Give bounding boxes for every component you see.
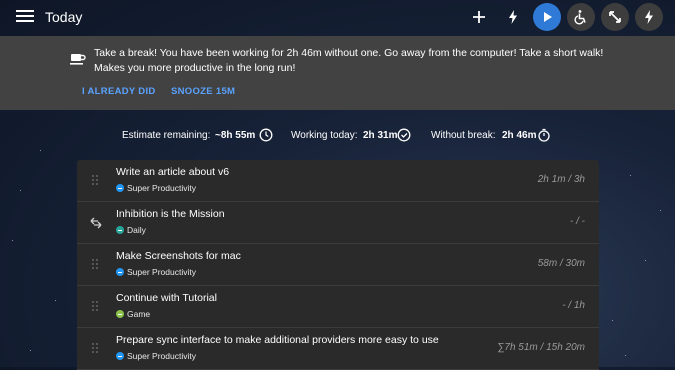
quick-action-button[interactable] [635, 3, 663, 31]
tag-color-icon [116, 184, 124, 192]
tag-color-icon [116, 268, 124, 276]
task-time: 2h 1m / 3h [537, 174, 585, 185]
task-row[interactable]: Write an article about v6 Super Producti… [77, 160, 599, 202]
drag-handle-icon[interactable] [92, 301, 100, 311]
add-icon [473, 11, 485, 23]
coffee-icon [70, 54, 86, 65]
clock-check-icon [397, 128, 411, 142]
task-title: Make Screenshots for mac [116, 250, 241, 262]
project-tag[interactable]: Daily [116, 225, 146, 235]
task-time: - / 1h [562, 300, 585, 311]
tag-label: Super Productivity [127, 183, 196, 193]
play-button[interactable] [533, 3, 561, 31]
accessibility-icon [574, 10, 586, 25]
snooze-button[interactable]: SNOOZE 15M [171, 86, 235, 97]
task-title: Continue with Tutorial [116, 292, 217, 304]
task-row[interactable]: Inhibition is the Mission Daily - / - [77, 202, 599, 244]
page-title: Today [45, 9, 83, 25]
task-title: Inhibition is the Mission [116, 208, 225, 220]
tag-label: Game [127, 309, 151, 319]
tag-color-icon [116, 352, 124, 360]
task-time: ∑7h 51m / 15h 20m [497, 342, 585, 353]
break-reminder-banner: Take a break! You have been working for … [0, 36, 675, 110]
without-break-label: Without break: [431, 130, 496, 141]
project-tag[interactable]: Super Productivity [116, 183, 196, 193]
fullscreen-button[interactable] [601, 3, 629, 31]
already-did-button[interactable]: I ALREADY DID [82, 86, 156, 97]
bolt-icon [645, 10, 653, 24]
tag-label: Super Productivity [127, 351, 196, 361]
project-tag[interactable]: Game [116, 309, 150, 319]
tag-label: Super Productivity [127, 267, 196, 277]
menu-icon[interactable] [16, 10, 34, 24]
drag-handle-icon[interactable] [92, 259, 100, 269]
timer-icon [538, 128, 550, 142]
work-stats: Estimate remaining: ~8h 55m Working toda… [0, 128, 675, 146]
tag-label: Daily [127, 225, 146, 235]
top-bar: Today [0, 0, 675, 36]
drag-handle-icon[interactable] [92, 343, 100, 353]
without-break-value: 2h 46m [502, 130, 537, 141]
project-tag[interactable]: Super Productivity [116, 267, 196, 277]
task-row[interactable]: Make Screenshots for mac Super Productiv… [77, 244, 599, 286]
play-icon [544, 12, 552, 22]
estimate-label: Estimate remaining: [122, 130, 211, 141]
task-title: Write an article about v6 [116, 166, 230, 178]
drag-handle-icon[interactable] [92, 175, 100, 185]
estimate-value: ~8h 55m [215, 130, 256, 141]
project-tag[interactable]: Super Productivity [116, 351, 196, 361]
accessibility-button[interactable] [567, 3, 595, 31]
task-time: - / - [570, 216, 585, 227]
add-task-button[interactable] [466, 4, 492, 30]
working-today-value: 2h 31m [363, 130, 398, 141]
task-list: Write an article about v6 Super Producti… [77, 160, 599, 370]
repeat-icon [90, 217, 102, 229]
break-message: Take a break! You have been working for … [94, 47, 604, 74]
fullscreen-icon [609, 11, 621, 23]
bolt-icon [509, 10, 517, 24]
task-row[interactable]: Prepare sync interface to make additiona… [77, 328, 599, 370]
focus-mode-button[interactable] [500, 4, 526, 30]
working-today-label: Working today: [291, 130, 358, 141]
clock-icon [259, 128, 273, 142]
task-row[interactable]: Continue with Tutorial Game - / 1h [77, 286, 599, 328]
task-time: 58m / 30m [537, 258, 585, 269]
task-title: Prepare sync interface to make additiona… [116, 334, 439, 346]
tag-color-icon [116, 310, 124, 318]
tag-color-icon [116, 226, 124, 234]
